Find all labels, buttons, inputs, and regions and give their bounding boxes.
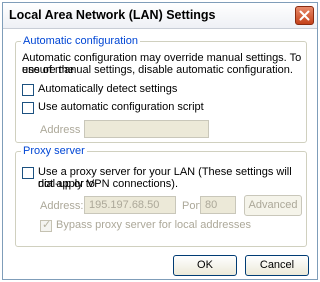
use-proxy-checkbox[interactable] <box>22 167 34 179</box>
advanced-button[interactable]: Advanced <box>244 195 302 216</box>
proxy-server-group: Proxy server Use a proxy server for your… <box>15 145 307 247</box>
ok-button[interactable]: OK <box>173 255 237 276</box>
automatically-detect-checkbox[interactable] <box>22 84 34 96</box>
use-proxy-label-line2: dial-up or VPN connections). <box>38 178 179 190</box>
auto-config-script-label: Use automatic configuration script <box>38 101 204 113</box>
automatic-configuration-group: Automatic configuration Automatic config… <box>15 35 307 143</box>
close-icon <box>299 10 310 21</box>
title-bar: Local Area Network (LAN) Settings <box>3 3 317 29</box>
script-address-field[interactable] <box>84 120 209 138</box>
cancel-button[interactable]: Cancel <box>245 255 309 276</box>
proxy-address-label: Address: <box>40 200 84 212</box>
bypass-local-label: Bypass proxy server for local addresses <box>56 219 252 231</box>
automatically-detect-label: Automatically detect settings <box>38 83 178 95</box>
dialog-content: Automatic configuration Automatic config… <box>3 29 317 279</box>
checkmark-icon: ✓ <box>42 219 52 231</box>
dialog-title: Local Area Network (LAN) Settings <box>9 8 216 22</box>
auto-config-script-checkbox[interactable] <box>22 102 34 114</box>
proxy-server-title: Proxy server <box>21 145 87 157</box>
lan-settings-dialog: Local Area Network (LAN) Settings Automa… <box>2 2 318 280</box>
script-address-label: Address <box>40 124 81 136</box>
proxy-port-field[interactable]: 80 <box>200 196 236 214</box>
automatic-configuration-title: Automatic configuration <box>21 35 140 47</box>
bypass-local-checkbox[interactable]: ✓ <box>40 219 52 232</box>
auto-config-description-line2: use of manual settings, disable automati… <box>22 64 293 76</box>
proxy-address-field[interactable]: 195.197.68.50 <box>84 196 176 214</box>
close-button[interactable] <box>295 6 314 25</box>
